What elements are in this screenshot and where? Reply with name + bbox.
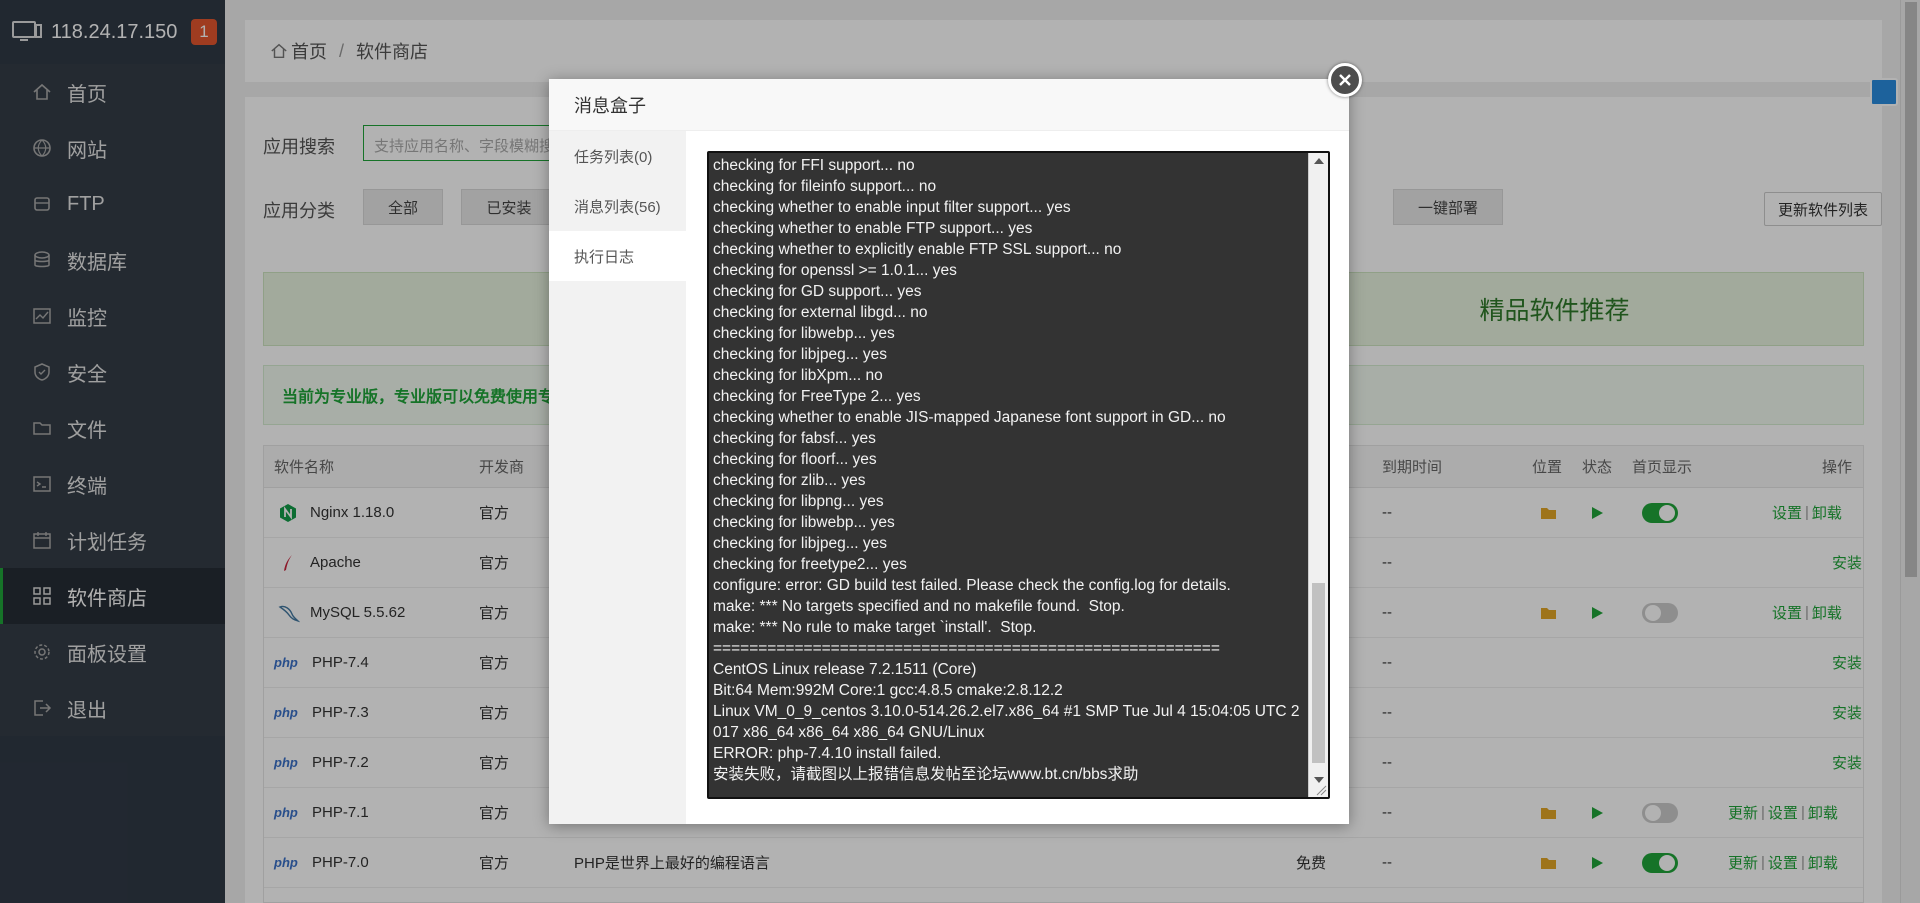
scroll-up-icon[interactable] (1314, 158, 1324, 164)
log-line: checking for libXpm... no (713, 367, 883, 384)
log-line: checking for libwebp... yes (713, 514, 895, 531)
tab-task-list[interactable]: 任务列表(0) (549, 131, 686, 181)
log-line: checking for libjpeg... yes (713, 346, 888, 363)
log-line: ERROR: php-7.4.10 install failed. (713, 745, 942, 762)
log-line: CentOS Linux release 7.2.1511 (Core) (713, 661, 977, 678)
log-line: checking for freetype2... yes (713, 556, 907, 573)
log-line: checking for openssl >= 1.0.1... yes (713, 262, 957, 279)
log-line: checking for libwebp... yes (713, 325, 895, 342)
tab-message-list[interactable]: 消息列表(56) (549, 181, 686, 231)
log-line: checking for libjpeg... yes (713, 535, 888, 552)
log-line: make: *** No rule to make target `instal… (713, 619, 1037, 636)
log-line: checking for external libgd... no (713, 304, 928, 321)
execution-log-console[interactable]: checking for FFI support... no checking f… (707, 151, 1330, 799)
log-line: checking for floorf... yes (713, 451, 877, 468)
log-line: ========================================… (713, 640, 1220, 657)
log-line: checking whether to enable input filter … (713, 199, 1071, 216)
log-line: checking for FreeType 2... yes (713, 388, 921, 405)
console-scrollbar[interactable] (1308, 153, 1328, 797)
log-line: checking for GD support... yes (713, 283, 922, 300)
log-line: checking for FFI support... no (713, 157, 915, 174)
resize-grip-icon[interactable] (1313, 784, 1327, 796)
log-line: configure: error: GD build test failed. … (713, 577, 1231, 594)
log-line: checking for fileinfo support... no (713, 178, 937, 195)
modal-title: 消息盒子 (549, 79, 1349, 131)
message-box-modal: 消息盒子 任务列表(0) 消息列表(56) 执行日志 checking for … (549, 63, 1362, 824)
log-line: checking for zlib... yes (713, 472, 866, 489)
modal-tabs: 任务列表(0) 消息列表(56) 执行日志 (549, 131, 686, 824)
close-icon (1339, 74, 1351, 86)
log-line: checking whether to enable FTP support..… (713, 220, 1033, 237)
log-line: make: *** No targets specified and no ma… (713, 598, 1125, 615)
log-line: checking whether to enable JIS-mapped Ja… (713, 409, 1226, 426)
log-lines: checking for FFI support... no checking f… (713, 155, 1305, 785)
log-line: 安装失败，请截图以上报错信息发帖至论坛www.bt.cn/bbs求助 (713, 766, 1139, 783)
scrollbar-thumb[interactable] (1312, 583, 1325, 763)
tab-execution-log[interactable]: 执行日志 (549, 231, 686, 281)
close-button[interactable] (1328, 63, 1362, 97)
scroll-down-icon[interactable] (1314, 777, 1324, 783)
log-line: checking for fabsf... yes (713, 430, 876, 447)
log-line: checking for libpng... yes (713, 493, 884, 510)
log-line: checking whether to explicitly enable FT… (713, 241, 1122, 258)
log-line: Linux VM_0_9_centos 3.10.0-514.26.2.el7.… (713, 703, 1300, 741)
log-line: Bit:64 Mem:992M Core:1 gcc:4.8.5 cmake:2… (713, 682, 1063, 699)
